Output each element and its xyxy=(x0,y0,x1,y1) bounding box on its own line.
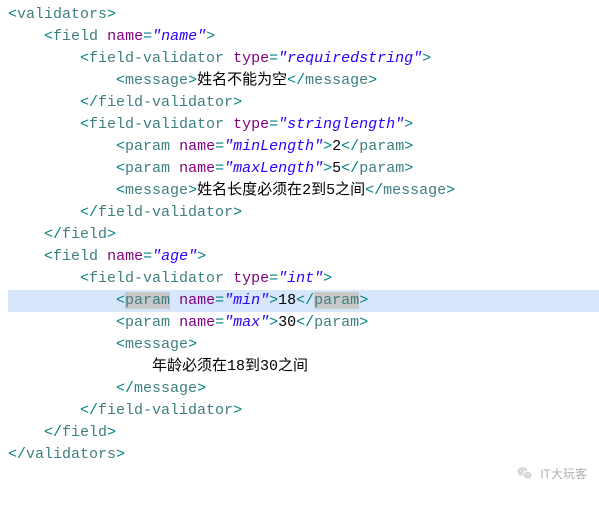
watermark-text: IT大玩客 xyxy=(540,463,587,485)
watermark: IT大玩客 xyxy=(516,463,587,485)
code-line: <message> xyxy=(8,334,599,356)
code-line: <validators> xyxy=(8,4,599,26)
code-line: <field-validator type="requiredstring"> xyxy=(8,48,599,70)
code-line: </field> xyxy=(8,224,599,246)
code-line: <param name="max">30</param> xyxy=(8,312,599,334)
code-line: <field name="age"> xyxy=(8,246,599,268)
code-line: <field-validator type="stringlength"> xyxy=(8,114,599,136)
code-line: <message>姓名不能为空</message> xyxy=(8,70,599,92)
code-line: </message> xyxy=(8,378,599,400)
wechat-icon xyxy=(516,465,534,483)
code-line: <field-validator type="int"> xyxy=(8,268,599,290)
code-line: </field> xyxy=(8,422,599,444)
code-line: <param name="maxLength">5</param> xyxy=(8,158,599,180)
code-line-current: <param name="min">18</param> xyxy=(8,290,599,312)
code-line: </field-validator> xyxy=(8,202,599,224)
code-block: <validators> <field name="name"> <field-… xyxy=(8,4,599,466)
code-line: 年龄必须在18到30之间 xyxy=(8,356,599,378)
code-line: <param name="minLength">2</param> xyxy=(8,136,599,158)
code-line: </field-validator> xyxy=(8,400,599,422)
code-line: </field-validator> xyxy=(8,92,599,114)
code-line: <field name="name"> xyxy=(8,26,599,48)
code-line: </validators> xyxy=(8,444,599,466)
code-line: <message>姓名长度必须在2到5之间</message> xyxy=(8,180,599,202)
